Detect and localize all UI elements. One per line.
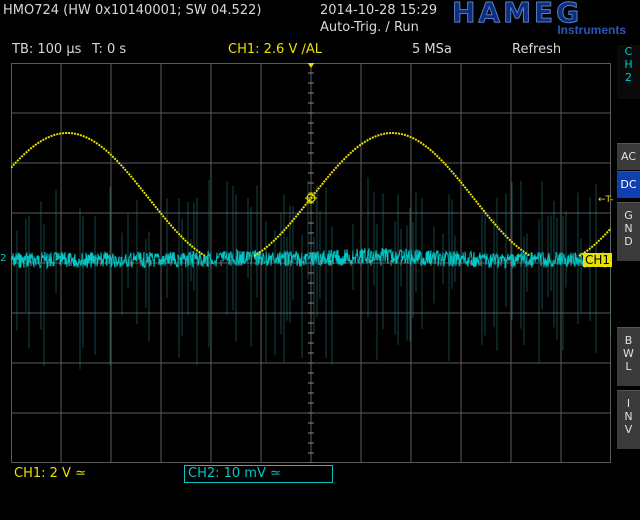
bandwidth-limit-button[interactable]: B W L [617, 327, 640, 386]
gnd-char: G [624, 209, 633, 222]
brand-subtitle: Instruments [557, 23, 626, 37]
ch2-noise-band [16, 177, 611, 370]
bwl-char: B [624, 334, 633, 347]
coupling-ac-button[interactable]: AC [617, 143, 640, 170]
trigger-position-arrow [307, 63, 315, 68]
inv-char: N [624, 410, 633, 423]
waveform-display [11, 63, 611, 463]
trigger-mode: Auto-Trig. / Run [320, 20, 419, 35]
instrument-model: HMO724 (HW 0x10140001; SW 04.522) [3, 3, 262, 18]
channel-label-char: H [624, 58, 633, 71]
gnd-char: D [624, 235, 633, 248]
invert-button[interactable]: I N V [617, 390, 640, 449]
datetime: 2014-10-28 15:29 [320, 3, 438, 18]
gnd-char: N [624, 222, 633, 235]
sample-rate: 5 MSa [412, 42, 452, 57]
bwl-char: W [623, 347, 634, 360]
inv-char: I [626, 397, 631, 410]
trigger-level-marker: ←T- [598, 195, 614, 205]
channel-label: C H 2 [617, 45, 640, 99]
inv-char: V [624, 423, 633, 436]
channel-label-char: C [624, 45, 633, 58]
brand-logo: HAMEG Instruments [451, 0, 630, 38]
gnd-button[interactable]: G N D [617, 202, 640, 261]
time-offset[interactable]: T: 0 s [92, 42, 126, 57]
bwl-char: L [625, 360, 632, 373]
ch1-scale[interactable]: CH1: 2 V ≃ [14, 466, 86, 481]
ch2-offset-marker: 2 [0, 253, 7, 264]
acquisition-mode[interactable]: Refresh [512, 42, 561, 57]
channel-label-char: 2 [625, 71, 632, 84]
graticule-svg [11, 63, 611, 463]
coupling-dc-button[interactable]: DC [617, 171, 640, 198]
ch1-level-tag: CH1 [583, 253, 613, 267]
timebase[interactable]: TB: 100 µs [12, 42, 81, 57]
channel-menu-panel: C H 2 AC DC G N D B W L I N V [617, 45, 640, 460]
trigger-setting[interactable]: CH1: 2.6 V ∕AL [228, 42, 322, 57]
ch2-scale[interactable]: CH2: 10 mV ≃ [184, 465, 333, 483]
channel-info-bar: CH1: 2 V ≃ CH2: 10 mV ≃ [0, 463, 640, 520]
